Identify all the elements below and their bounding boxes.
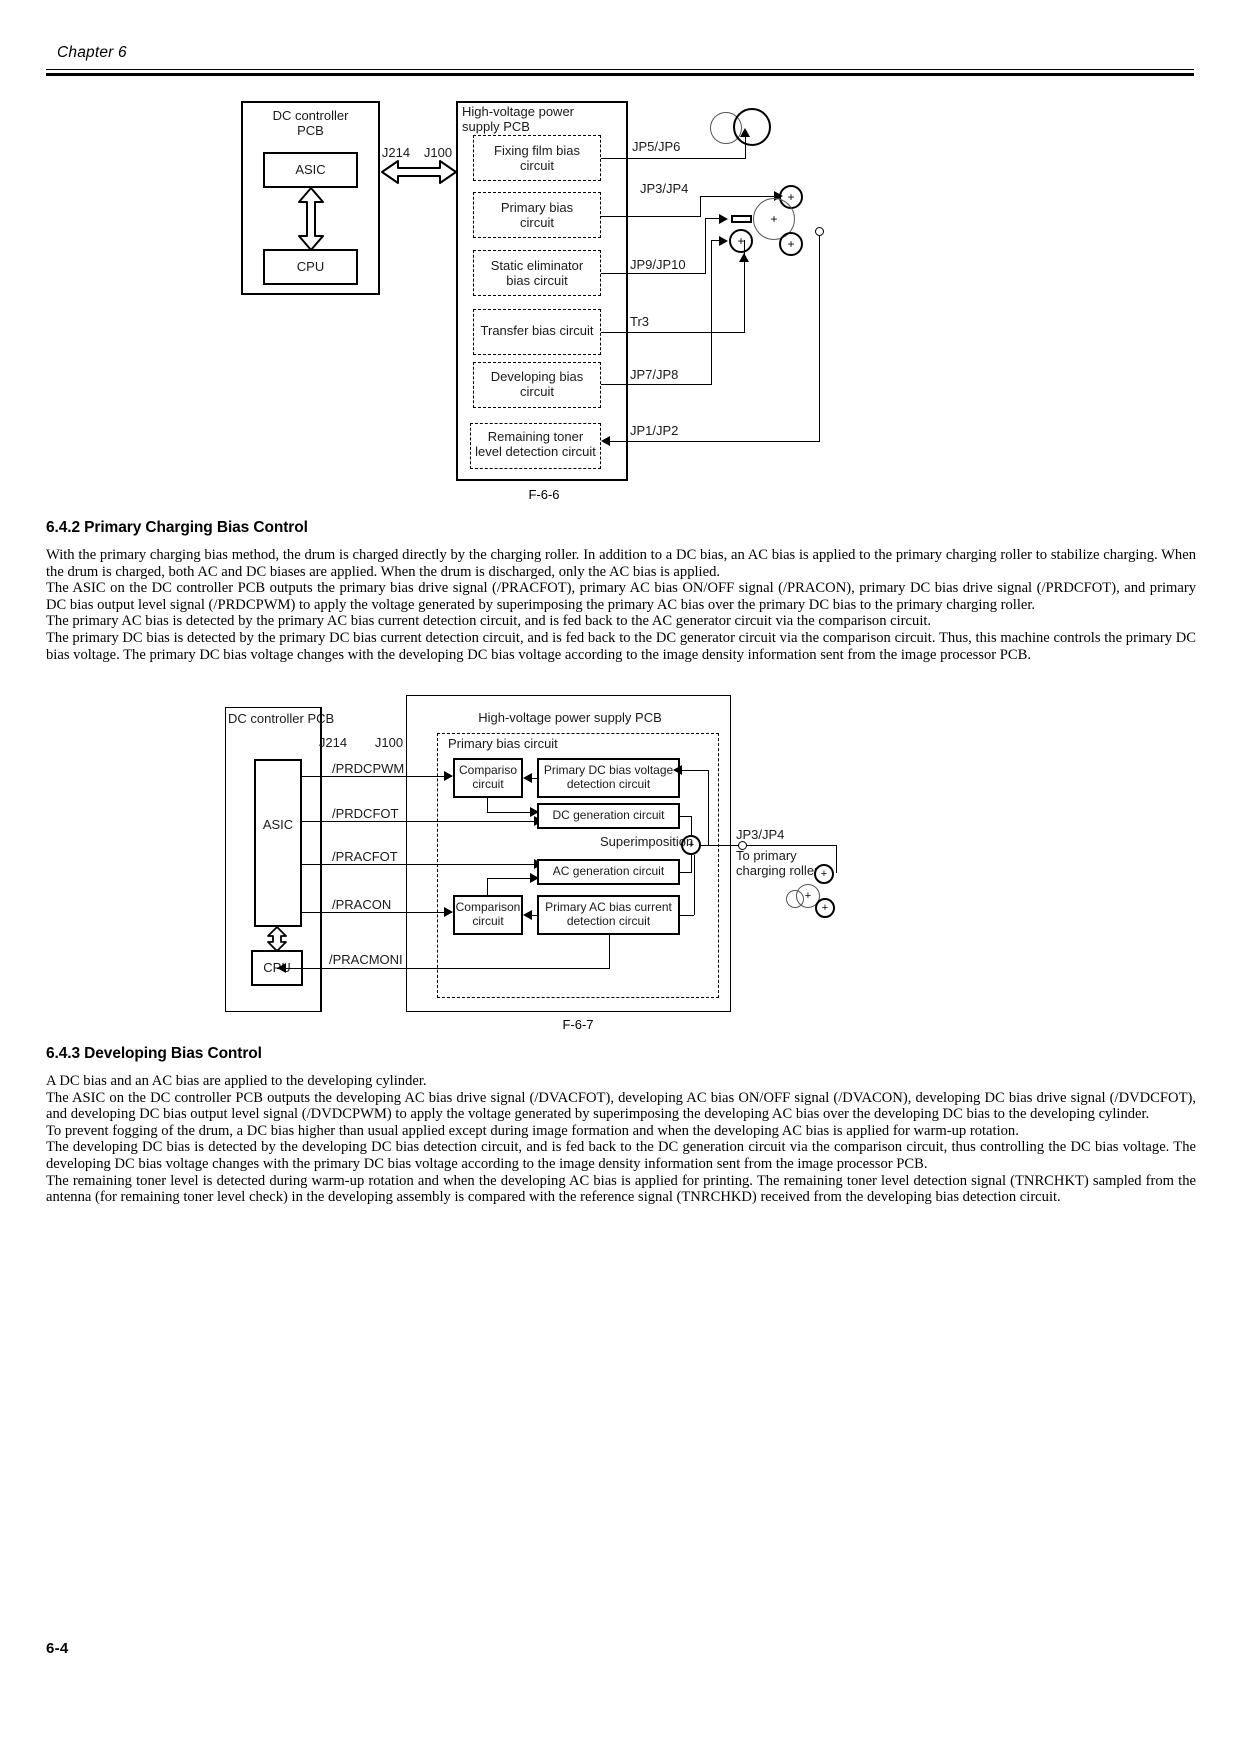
document-page: Chapter 6 DC controller PCB ASIC CPU J21…	[0, 0, 1240, 1754]
f67-primary-dc-voltage-detection-label: Primary DC bias voltage detection circui…	[543, 763, 674, 791]
f67-wire-superimposition-out	[701, 845, 741, 846]
f67-wire-pracmoni-arrowhead	[277, 963, 286, 973]
f67-connector-j214-label: J214	[318, 735, 348, 750]
f67-wire-acgen-out-rise	[691, 855, 692, 873]
f67-j214-bus-line	[321, 707, 322, 1012]
section-643-body: A DC bias and an AC bias are applied to …	[46, 1073, 1196, 1206]
f67-comparison-circuit-label: Comparison circuit	[455, 900, 521, 928]
f67-asic-cpu-bus-arrow	[267, 926, 287, 952]
f67-primary-charging-roller-symbol: +	[814, 864, 834, 884]
f67-ac-generation-circuit-label: AC generation circuit	[552, 864, 665, 878]
f67-wire-to-roller-drop	[836, 845, 837, 873]
paragraph: A DC bias and an AC bias are applied to …	[46, 1073, 427, 1089]
paragraph: The ASIC on the DC controller PCB output…	[46, 1089, 1196, 1123]
f67-feedback-down	[694, 855, 695, 915]
f67-wire-dcdet-feedback	[680, 770, 708, 771]
f67-wire-acgen-out	[680, 872, 691, 873]
figure-6-7-caption: F-6-7	[562, 1017, 594, 1032]
f67-feedback-line	[680, 915, 694, 916]
f67-drum-outline-symbol	[786, 890, 804, 908]
f67-primary-bias-circuit-title: Primary bias circuit	[448, 736, 558, 751]
f67-wire-acdet-to-comparison-arrowhead	[523, 910, 532, 920]
f67-wire-dcgen-out-drop	[691, 816, 692, 836]
f67-wire-compariso-down	[487, 798, 488, 812]
f67-wire-pracon	[302, 912, 452, 913]
f67-signal-pracfot-label: /PRACFOT	[332, 849, 398, 864]
f67-signal-pracmoni-label: /PRACMONI	[329, 952, 403, 967]
figure-6-7: DC controller PCB ASIC CPU High-voltage …	[0, 0, 1240, 1040]
f67-asic-box	[254, 759, 302, 927]
page-number: 6-4	[46, 1640, 69, 1657]
f67-wire-comparison-to-acgen-arrowhead	[530, 873, 539, 883]
f67-compariso-circuit-label: Compariso circuit	[458, 763, 518, 791]
f67-wire-comparison-up	[487, 878, 488, 896]
f67-dc-controller-pcb-title: DC controller PCB	[228, 711, 335, 726]
paragraph: The remaining toner level is detected du…	[46, 1172, 1196, 1206]
f67-wire-comparison-to-acgen	[487, 878, 533, 879]
f67-wire-compariso-to-dcgen-arrowhead	[530, 807, 539, 817]
f67-wire-compariso-to-dcgen	[487, 812, 533, 813]
f67-signal-prdcpwm-label: /PRDCPWM	[332, 761, 405, 776]
f67-wire-dcdet-to-compariso-arrowhead	[523, 773, 532, 783]
f67-wire-dcdet-feedback-arrowhead	[673, 765, 682, 775]
f67-wire-prdcpwm	[302, 776, 452, 777]
f67-wire-pracmoni	[277, 968, 609, 969]
f67-connector-j100-label: J100	[374, 735, 404, 750]
f67-superimposition-node: +	[681, 835, 701, 855]
f67-hvps-title: High-voltage power supply PCB	[478, 710, 662, 725]
f67-signal-pracon-label: /PRACON	[332, 897, 392, 912]
f67-wire-dcdet-feedback-riser	[708, 770, 709, 846]
f67-wire-prdcfot	[302, 821, 540, 822]
f67-signal-prdcfot-label: /PRDCFOT	[332, 806, 399, 821]
f67-transfer-roller-symbol: +	[815, 898, 835, 918]
f67-wire-pracfot	[302, 864, 540, 865]
f67-wire-to-roller	[747, 845, 836, 846]
f67-wire-dcgen-out	[680, 816, 691, 817]
f67-primary-ac-current-detection-label: Primary AC bias current detection circui…	[545, 900, 672, 928]
section-643-heading: 6.4.3 Developing Bias Control	[46, 1045, 262, 1062]
f67-dc-generation-circuit-label: DC generation circuit	[552, 808, 665, 822]
paragraph: To prevent fogging of the drum, a DC bia…	[46, 1122, 1019, 1139]
f67-asic-label: ASIC	[262, 817, 294, 832]
paragraph: The developing DC bias is detected by th…	[46, 1139, 1196, 1172]
f67-output-connector-label: JP3/JP4	[736, 827, 785, 842]
